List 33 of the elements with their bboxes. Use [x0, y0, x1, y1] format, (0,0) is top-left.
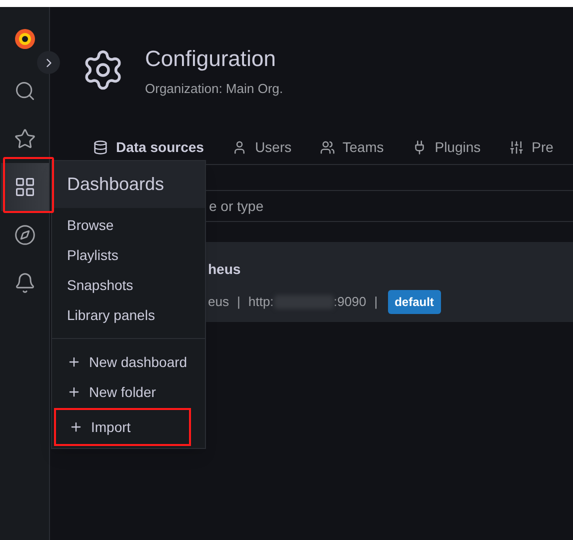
tab[interactable]: Pre — [508, 134, 554, 164]
highlight-frame — [3, 157, 54, 213]
tab[interactable]: Teams — [320, 134, 384, 164]
menu-item[interactable]: Import — [54, 408, 191, 446]
database-icon — [93, 140, 108, 154]
tab[interactable]: Users — [232, 134, 292, 164]
datasource-port: :9090 — [334, 292, 366, 311]
bell-icon — [14, 272, 36, 294]
plus-icon — [69, 420, 83, 434]
expand-button[interactable] — [37, 51, 60, 74]
users-icon — [320, 140, 334, 154]
sidebar-item[interactable] — [0, 163, 48, 211]
tab[interactable]: Plugins — [412, 134, 481, 164]
plus-icon — [67, 355, 81, 369]
sliders-icon — [508, 140, 524, 154]
default-badge: default — [388, 290, 441, 314]
separator: | — [236, 292, 240, 311]
datasource-url: http: — [248, 292, 274, 311]
star-icon — [14, 128, 36, 150]
page-subtitle: Organization: Main Org. — [145, 80, 284, 98]
menu-item[interactable]: New dashboard — [52, 347, 205, 377]
plus-icon — [67, 385, 81, 399]
page-title: Configuration — [145, 45, 277, 73]
datasource-type: eus — [208, 292, 229, 311]
search-icon — [14, 80, 36, 102]
separator: | — [374, 292, 378, 311]
compass-icon — [14, 224, 36, 246]
user-icon — [232, 140, 247, 154]
logo-icon[interactable] — [12, 27, 36, 51]
grid-icon — [14, 176, 36, 198]
menu-item[interactable]: New folder — [52, 377, 205, 407]
datasource-name: heus — [208, 260, 242, 278]
menu-title[interactable]: Dashboards — [52, 161, 205, 208]
